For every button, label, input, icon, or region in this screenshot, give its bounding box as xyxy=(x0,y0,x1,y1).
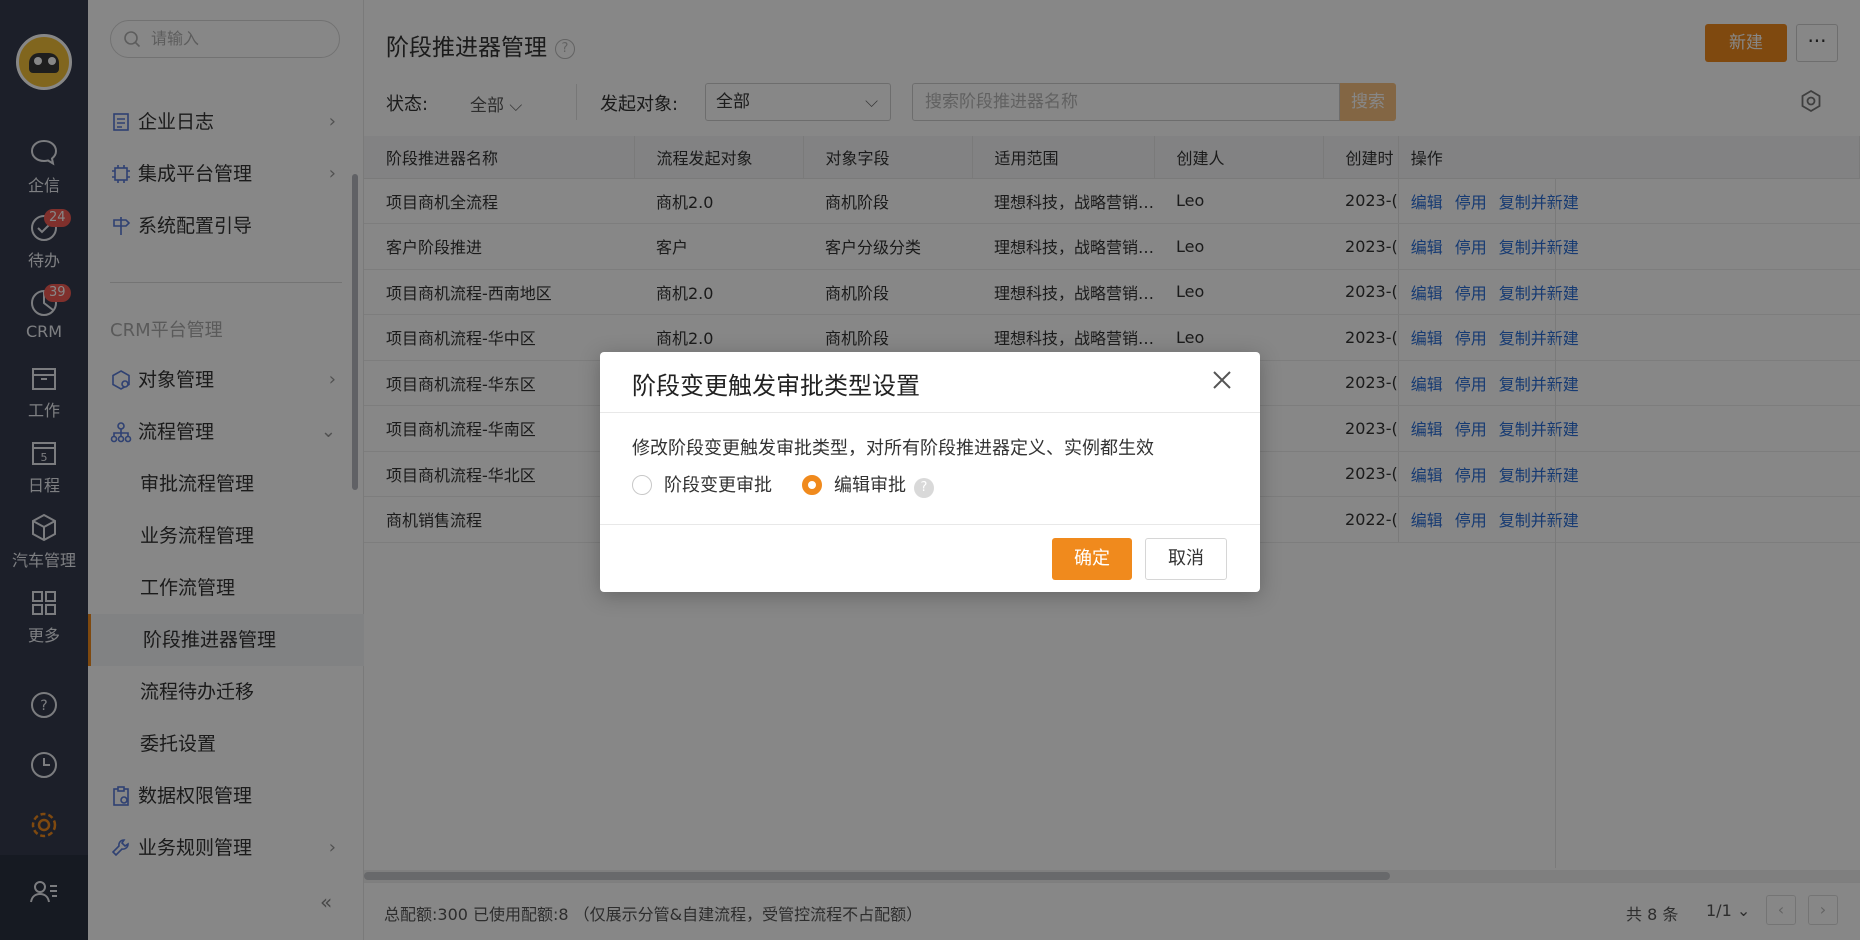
dialog-title: 阶段变更触发审批类型设置 xyxy=(632,372,920,400)
cancel-button[interactable]: 取消 xyxy=(1145,538,1227,580)
dialog-divider xyxy=(600,412,1260,413)
radio-button[interactable] xyxy=(632,475,652,495)
radio-button-selected[interactable] xyxy=(802,475,822,495)
radio-label: 编辑审批 xyxy=(834,475,906,496)
radio-label: 阶段变更审批 xyxy=(664,475,772,496)
close-icon[interactable] xyxy=(1208,366,1236,394)
dialog-description: 修改阶段变更触发审批类型，对所有阶段推进器定义、实例都生效 xyxy=(632,438,1154,459)
approval-type-dialog: 阶段变更触发审批类型设置 修改阶段变更触发审批类型，对所有阶段推进器定义、实例都… xyxy=(600,352,1260,592)
dialog-divider xyxy=(600,524,1260,525)
radio-stage-change-approval[interactable]: 阶段变更审批 xyxy=(632,474,772,498)
radio-edit-approval[interactable]: 编辑审批? xyxy=(802,474,934,498)
help-icon[interactable]: ? xyxy=(914,478,934,498)
confirm-button[interactable]: 确定 xyxy=(1052,538,1132,580)
